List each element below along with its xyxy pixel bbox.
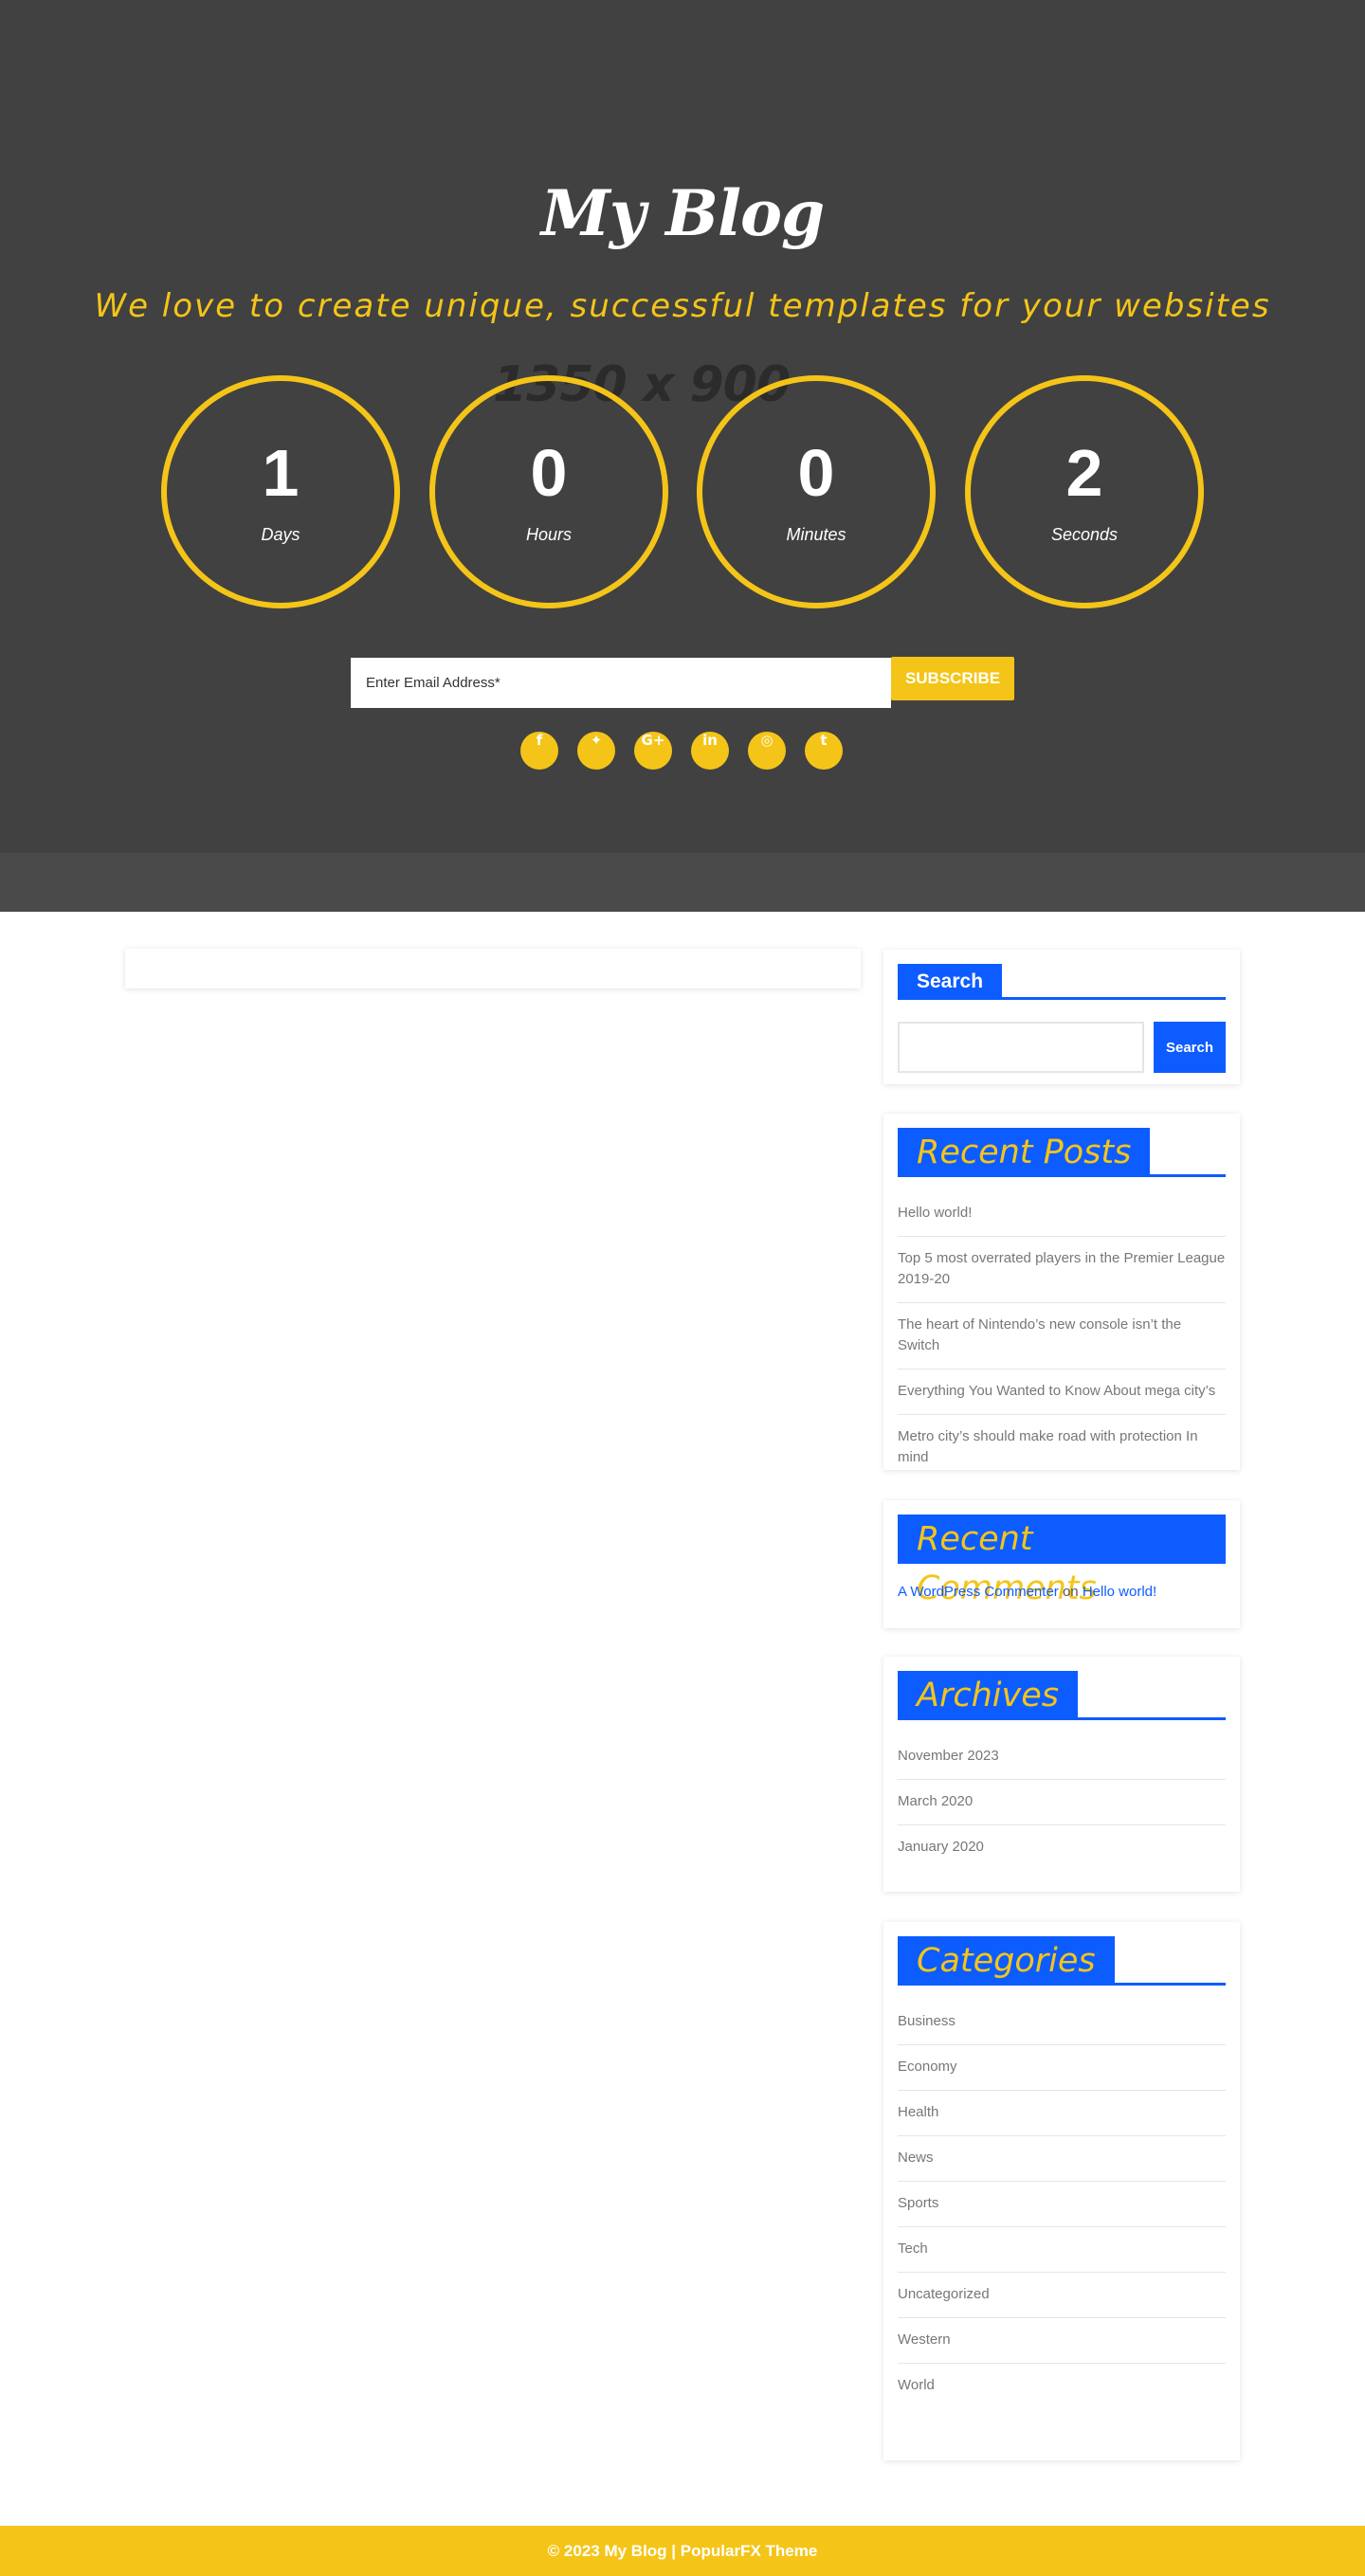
countdown-days: 1 Days	[161, 375, 400, 608]
countdown-seconds-label: Seconds	[1050, 525, 1119, 544]
linkedin-icon[interactable]: in	[691, 732, 729, 770]
countdown-hours: 0 Hours	[429, 375, 668, 608]
archive-link[interactable]: January 2020	[898, 1825, 1226, 1870]
category-link[interactable]: Business	[898, 2000, 1226, 2045]
archives-widget: Archives November 2023 March 2020 Januar…	[883, 1657, 1240, 1892]
categories-header: Categories	[898, 1936, 1226, 1986]
archives-list: November 2023 March 2020 January 2020	[898, 1734, 1226, 1870]
recent-post-link[interactable]: Everything You Wanted to Know About mega…	[898, 1370, 1226, 1415]
category-link[interactable]: World	[898, 2364, 1226, 2408]
archive-link[interactable]: November 2023	[898, 1734, 1226, 1780]
category-link[interactable]: Economy	[898, 2045, 1226, 2091]
countdown-hours-label: Hours	[525, 525, 572, 544]
recent-comments-title: Recent Comments	[898, 1515, 1226, 1607]
comment-entry: A WordPress Commenter on Hello world!	[898, 1584, 1156, 1600]
recent-posts-title: Recent Posts	[898, 1128, 1151, 1177]
countdown-days-value: 1	[262, 436, 300, 510]
email-field[interactable]	[351, 658, 891, 708]
search-widget-title: Search	[898, 964, 1003, 1000]
category-link[interactable]: Sports	[898, 2182, 1226, 2227]
hero-bottom-strip	[0, 853, 1365, 912]
comment-on-text: on	[1062, 1584, 1079, 1600]
countdown-days-label: Days	[261, 525, 300, 544]
categories-widget: Categories Business Economy Health News …	[883, 1922, 1240, 2460]
countdown-minutes-value: 0	[797, 436, 835, 510]
category-link[interactable]: Uncategorized	[898, 2273, 1226, 2318]
google-plus-icon[interactable]: G+	[634, 732, 672, 770]
category-link[interactable]: News	[898, 2136, 1226, 2182]
search-button[interactable]: Search	[1154, 1022, 1226, 1073]
tumblr-icon[interactable]: t	[805, 732, 843, 770]
recent-posts-header: Recent Posts	[898, 1128, 1226, 1177]
search-widget-header: Search	[898, 964, 1226, 1000]
twitter-icon[interactable]: ✦	[577, 732, 615, 770]
search-widget: Search Search	[883, 950, 1240, 1084]
recent-post-link[interactable]: Top 5 most overrated players in the Prem…	[898, 1237, 1226, 1303]
blog-title[interactable]: My Blog	[0, 176, 1365, 250]
archives-title: Archives	[898, 1671, 1078, 1720]
recent-posts-widget: Recent Posts Hello world! Top 5 most ove…	[883, 1114, 1240, 1470]
categories-list: Business Economy Health News Sports Tech…	[898, 2000, 1226, 2408]
subscribe-button[interactable]: SUBSCRIBE	[891, 657, 1014, 700]
facebook-icon[interactable]: f	[520, 732, 558, 770]
main-content-card	[125, 949, 861, 989]
blog-tagline: We love to create unique, successful tem…	[94, 287, 1271, 325]
comment-author-link[interactable]: A WordPress Commenter	[898, 1584, 1059, 1600]
recent-post-link[interactable]: Metro city’s should make road with prote…	[898, 1415, 1226, 1480]
categories-title: Categories	[898, 1936, 1115, 1986]
recent-comments-header: Recent Comments	[898, 1515, 1226, 1607]
archive-link[interactable]: March 2020	[898, 1780, 1226, 1825]
category-link[interactable]: Health	[898, 2091, 1226, 2136]
recent-post-link[interactable]: The heart of Nintendo’s new console isn’…	[898, 1303, 1226, 1370]
countdown-minutes-label: Minutes	[786, 525, 846, 544]
countdown-seconds-value: 2	[1065, 436, 1103, 510]
recent-comments-widget: Recent Comments A WordPress Commenter on…	[883, 1500, 1240, 1628]
countdown-minutes: 0 Minutes	[697, 375, 936, 608]
recent-post-link[interactable]: Hello world!	[898, 1191, 1226, 1237]
recent-posts-list: Hello world! Top 5 most overrated player…	[898, 1191, 1226, 1480]
countdown-seconds: 2 Seconds	[965, 375, 1204, 608]
site-footer: © 2023 My Blog | PopularFX Theme	[0, 2526, 1365, 2576]
countdown-hours-value: 0	[530, 436, 568, 510]
hero-section: 1350 x 900 My Blog We love to create uni…	[0, 0, 1365, 853]
instagram-icon[interactable]: ◎	[748, 732, 786, 770]
category-link[interactable]: Tech	[898, 2227, 1226, 2273]
comment-post-link[interactable]: Hello world!	[1083, 1584, 1156, 1600]
search-input[interactable]	[898, 1022, 1144, 1073]
category-link[interactable]: Western	[898, 2318, 1226, 2364]
archives-header: Archives	[898, 1671, 1226, 1720]
